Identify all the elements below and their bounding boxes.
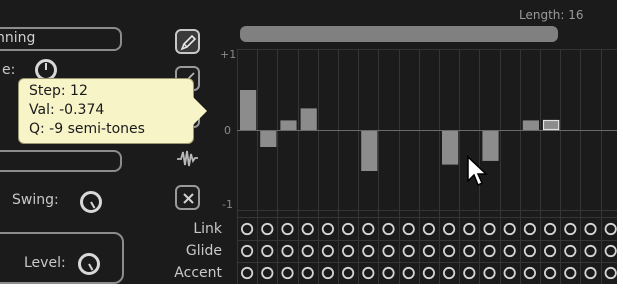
link-toggle[interactable] [341, 222, 355, 236]
step-bar[interactable] [442, 131, 459, 165]
accent-toggle[interactable] [241, 266, 254, 280]
link-toggle[interactable] [402, 222, 415, 236]
accent-row-label: Accent [174, 265, 222, 281]
accent-toggle[interactable] [523, 266, 537, 280]
accent-toggle[interactable] [321, 266, 334, 280]
accent-toggle[interactable] [402, 266, 415, 280]
tooltip-arrow [193, 97, 207, 125]
glide-toggle[interactable] [261, 244, 274, 258]
link-toggle[interactable] [564, 222, 577, 236]
accent-toggle[interactable] [382, 266, 395, 280]
tooltip-step: Step: 12 [29, 83, 88, 99]
link-toggle[interactable] [422, 222, 435, 236]
link-toggle[interactable] [261, 222, 274, 236]
accent-toggle[interactable] [483, 266, 496, 280]
mouse-cursor-icon [467, 155, 488, 187]
step-bar[interactable] [300, 108, 317, 130]
glide-toggle[interactable] [301, 244, 314, 258]
link-toggle[interactable] [362, 222, 375, 236]
link-toggle[interactable] [281, 222, 294, 236]
link-toggle[interactable] [382, 222, 395, 236]
accent-toggle[interactable] [281, 266, 294, 280]
accent-toggle[interactable] [261, 266, 274, 280]
link-toggle[interactable] [584, 222, 597, 236]
tooltip-value: Val: -0.374 [29, 102, 105, 118]
link-toggle[interactable] [604, 222, 617, 236]
glide-toggle[interactable] [341, 244, 355, 258]
link-row-label: Link [193, 221, 222, 237]
step-bar[interactable] [240, 90, 257, 130]
glide-toggle[interactable] [503, 244, 516, 258]
link-toggle[interactable] [463, 222, 476, 236]
step-bar[interactable] [522, 120, 539, 130]
accent-toggle[interactable] [422, 266, 435, 280]
accent-toggle[interactable] [362, 266, 375, 280]
accent-toggle[interactable] [564, 266, 577, 280]
link-toggle[interactable] [543, 222, 557, 236]
tooltip-semitones: Q: -9 semi-tones [29, 121, 145, 137]
glide-toggle[interactable] [463, 244, 476, 258]
glide-toggle[interactable] [584, 244, 597, 258]
accent-toggle[interactable] [584, 266, 597, 280]
step-tooltip: Step: 12 Val: -0.374 Q: -9 semi-tones [18, 78, 207, 144]
glide-toggle[interactable] [422, 244, 435, 258]
glide-toggle[interactable] [543, 244, 557, 258]
glide-toggle[interactable] [281, 244, 294, 258]
accent-toggle[interactable] [442, 266, 456, 280]
link-toggle[interactable] [301, 222, 314, 236]
accent-toggle[interactable] [341, 266, 355, 280]
accent-toggle[interactable] [604, 266, 617, 280]
step-bar[interactable] [543, 120, 560, 130]
glide-toggle[interactable] [241, 244, 254, 258]
glide-toggle[interactable] [564, 244, 577, 258]
link-toggle[interactable] [483, 222, 496, 236]
accent-toggle[interactable] [463, 266, 476, 280]
link-toggle[interactable] [241, 222, 254, 236]
glide-toggle[interactable] [523, 244, 537, 258]
link-toggle[interactable] [523, 222, 537, 236]
step-bar[interactable] [361, 131, 378, 171]
sequencer-panel: nning e: Swing: Level: Length: 16 +1 0 -… [0, 0, 617, 284]
link-toggle[interactable] [503, 222, 516, 236]
step-bar[interactable] [260, 131, 277, 147]
accent-toggle[interactable] [301, 266, 314, 280]
glide-toggle[interactable] [442, 244, 456, 258]
accent-toggle[interactable] [503, 266, 516, 280]
glide-toggle[interactable] [483, 244, 496, 258]
glide-toggle[interactable] [321, 244, 334, 258]
accent-toggle[interactable] [543, 266, 557, 280]
link-toggle[interactable] [442, 222, 456, 236]
step-bar[interactable] [280, 120, 297, 130]
glide-toggle[interactable] [604, 244, 617, 258]
glide-toggle[interactable] [362, 244, 375, 258]
link-toggle[interactable] [321, 222, 334, 236]
glide-toggle[interactable] [402, 244, 415, 258]
glide-row-label: Glide [185, 243, 222, 259]
glide-toggle[interactable] [382, 244, 395, 258]
